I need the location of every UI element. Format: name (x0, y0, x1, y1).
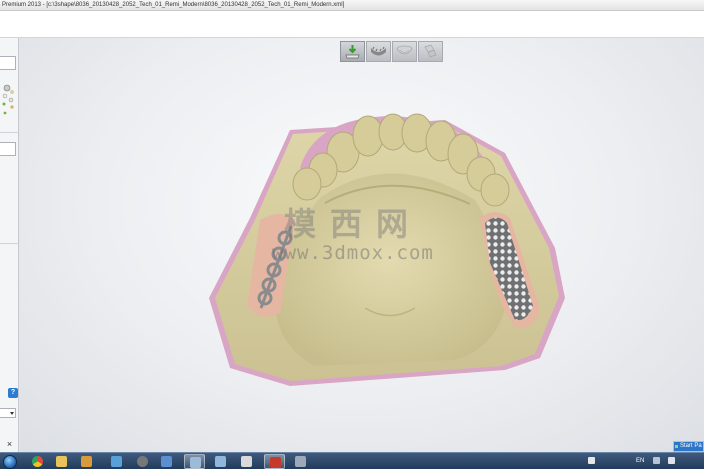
start-button[interactable] (3, 455, 17, 469)
network-icon[interactable] (668, 457, 675, 464)
app-icon (81, 456, 92, 467)
flag-icon[interactable] (588, 457, 595, 464)
keyboard-icon[interactable] (653, 457, 660, 464)
app-icon (190, 457, 201, 468)
help-badge[interactable]: ? (8, 388, 18, 398)
taskbar-app-button[interactable] (76, 454, 97, 469)
language-indicator[interactable]: EN (636, 456, 644, 466)
arch-shell-icon (396, 45, 413, 55)
panel-divider (0, 132, 18, 133)
panel-field[interactable] (0, 142, 16, 156)
taskbar-app-button[interactable] (156, 454, 177, 469)
app-icon (161, 456, 172, 467)
model-import-button[interactable] (340, 41, 365, 62)
view-toolbar (340, 41, 445, 62)
tooth-chart-icon[interactable] (1, 82, 17, 122)
app-icon (111, 456, 122, 467)
taskbar-chrome-button[interactable] (27, 454, 48, 469)
application-window: Premium 2013 - [c:\3shape\8036_20130428_… (0, 0, 704, 469)
title-bar[interactable]: Premium 2013 - [c:\3shape\8036_20130428_… (0, 0, 704, 11)
panel-dropdown[interactable] (0, 408, 16, 418)
bite-stack-button[interactable] (418, 41, 443, 62)
taskbar-app-button[interactable] (290, 454, 311, 469)
taskbar: EN (0, 452, 704, 469)
taskbar-3shape-button[interactable] (264, 454, 285, 469)
panel-divider (0, 243, 18, 244)
maxilla-scan-button[interactable] (366, 41, 391, 62)
chrome-icon (32, 456, 43, 467)
left-panel: ? × (0, 38, 19, 452)
app-icon (241, 456, 252, 467)
taskbar-app-button[interactable] (106, 454, 127, 469)
window-title: Premium 2013 - [c:\3shape\8036_20130428_… (2, 2, 345, 8)
app-icon (295, 456, 306, 467)
upper-jaw-model[interactable] (205, 108, 575, 398)
tray-notification[interactable]: Start Pa (673, 441, 704, 452)
close-icon[interactable]: × (5, 440, 14, 449)
panel-input[interactable] (0, 56, 16, 70)
taskbar-explorer-button[interactable] (51, 454, 72, 469)
taskbar-app-button[interactable] (210, 454, 231, 469)
taskbar-app-button[interactable] (236, 454, 257, 469)
chevron-down-icon (10, 412, 14, 415)
app-icon (215, 456, 226, 467)
taskbar-app-button[interactable] (184, 454, 205, 469)
ribbon-area (0, 11, 704, 38)
maxilla-scan-icon (371, 46, 386, 56)
taskbar-app-button[interactable] (132, 454, 153, 469)
3shape-icon (270, 457, 281, 468)
app-icon (137, 456, 148, 467)
arch-shell-button[interactable] (392, 41, 417, 62)
model-import-icon (345, 45, 360, 59)
bite-stack-icon (424, 44, 437, 58)
folder-icon (56, 456, 67, 467)
